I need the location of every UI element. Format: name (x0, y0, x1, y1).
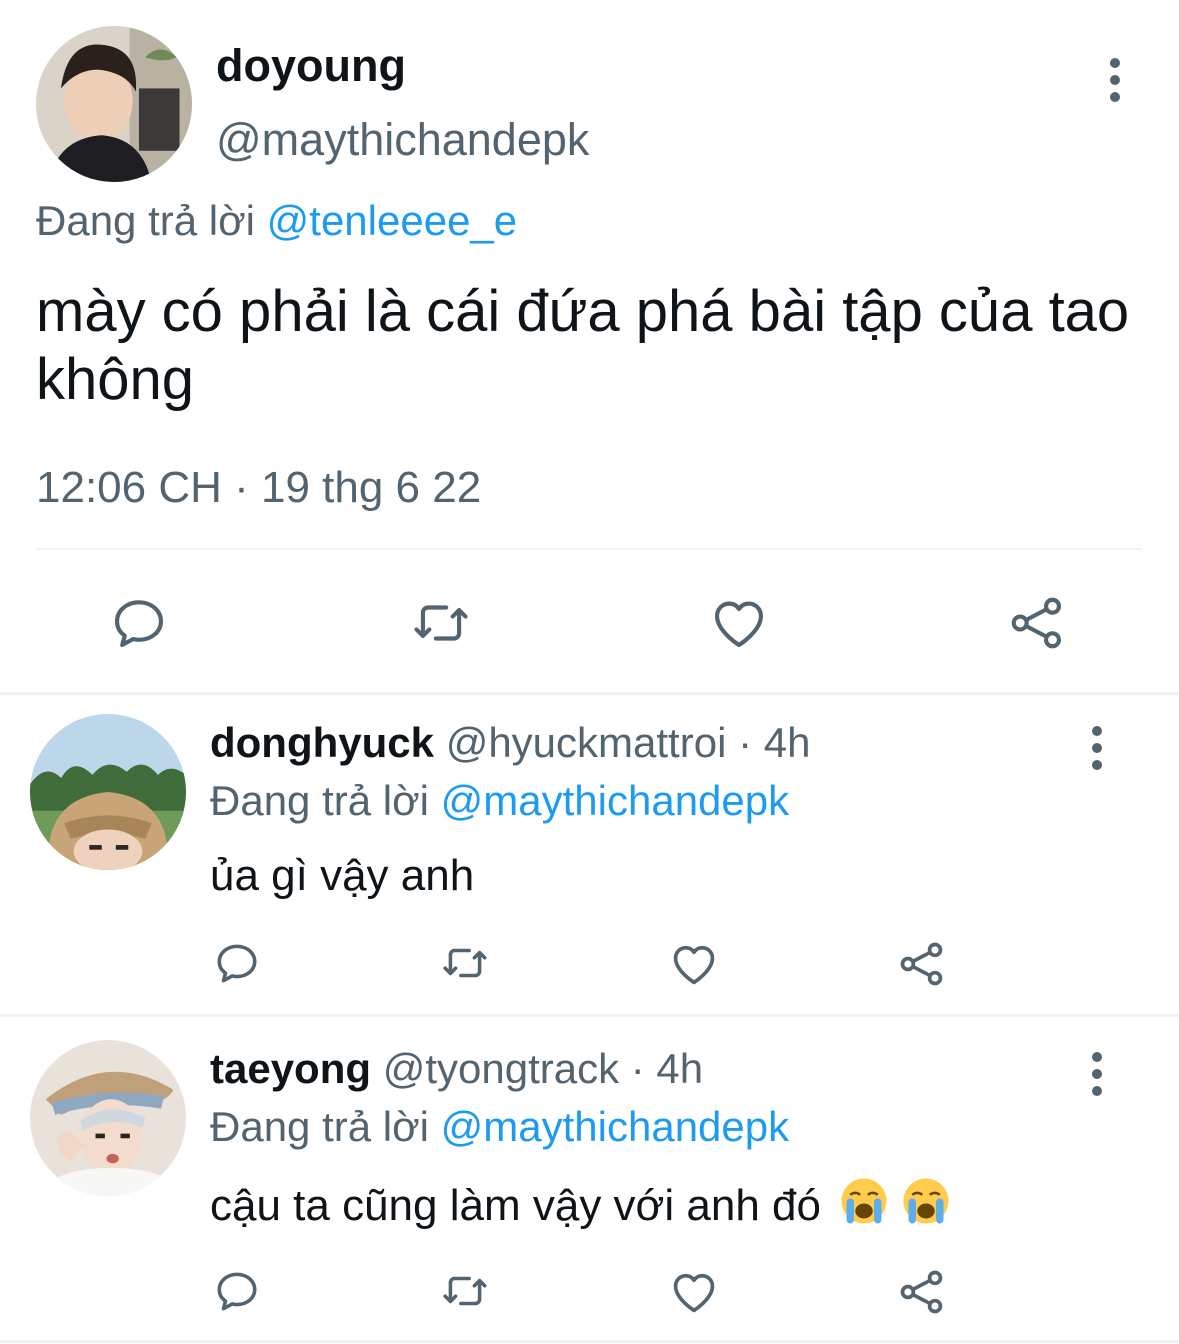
reply-header: taeyong @tyongtrack · 4h (210, 1044, 703, 1094)
main-divider (36, 548, 1142, 550)
main-author-avatar[interactable] (36, 26, 192, 182)
reply-replying-line: Đang trả lời @maythichandepk (210, 1102, 789, 1152)
reply-text: cậu ta cũng làm vậy với anh đó (210, 1181, 821, 1230)
reply-author-handle[interactable]: @hyuckmattroi (446, 719, 727, 766)
retweet-icon[interactable] (438, 1266, 492, 1316)
replying-prefix: Đang trả lời (210, 1103, 429, 1150)
heart-icon[interactable] (668, 1266, 720, 1318)
section-divider (0, 1340, 1179, 1343)
main-author-name[interactable]: doyoung (216, 40, 406, 92)
comment-bubble-icon[interactable] (212, 938, 262, 988)
reply-author-handle[interactable]: @tyongtrack (383, 1045, 619, 1092)
retweet-icon[interactable] (438, 938, 492, 988)
reply-header: donghyuck @hyuckmattroi · 4h (210, 718, 810, 768)
main-author-handle[interactable]: @maythichandepk (216, 114, 589, 166)
reply-author-name[interactable]: donghyuck (210, 719, 434, 766)
share-icon[interactable] (896, 1266, 948, 1318)
comment-bubble-icon[interactable] (212, 1266, 262, 1316)
loudly-crying-face-icon (839, 1176, 889, 1226)
replying-to-link[interactable]: @maythichandepk (441, 777, 790, 824)
main-tweet-text: mày có phải là cái đứa phá bài tập của t… (36, 279, 1130, 412)
reply-time[interactable]: · 4h (631, 1045, 703, 1092)
replying-to-link[interactable]: @tenleeee_e (267, 197, 518, 244)
reply-author-name[interactable]: taeyong (210, 1045, 371, 1092)
heart-icon[interactable] (708, 592, 770, 654)
retweet-icon[interactable] (408, 592, 474, 654)
replying-to-link[interactable]: @maythichandepk (441, 1103, 790, 1150)
reply-time[interactable]: · 4h (738, 719, 810, 766)
heart-icon[interactable] (668, 938, 720, 990)
main-tweet-timestamp[interactable]: 12:06 CH · 19 thg 6 22 (36, 462, 481, 514)
reply-text-line: cậu ta cũng làm vậy với anh đó (210, 1176, 951, 1232)
more-vertical-icon[interactable] (1108, 58, 1122, 102)
share-icon[interactable] (896, 938, 948, 990)
comment-bubble-icon[interactable] (108, 592, 170, 654)
main-replying-line: Đang trả lời @tenleeee_e (36, 196, 517, 246)
replying-prefix: Đang trả lời (36, 197, 255, 244)
section-divider (0, 692, 1179, 695)
more-vertical-icon[interactable] (1090, 726, 1104, 770)
reply-avatar-taeyong[interactable] (30, 1040, 186, 1196)
loudly-crying-face-icon (901, 1176, 951, 1226)
section-divider (0, 1014, 1179, 1017)
replying-prefix: Đang trả lời (210, 777, 429, 824)
reply-avatar-donghyuck[interactable] (30, 714, 186, 870)
reply-replying-line: Đang trả lời @maythichandepk (210, 776, 789, 826)
reply-text: ủa gì vậy anh (210, 851, 475, 900)
more-vertical-icon[interactable] (1090, 1052, 1104, 1096)
share-icon[interactable] (1006, 592, 1068, 654)
